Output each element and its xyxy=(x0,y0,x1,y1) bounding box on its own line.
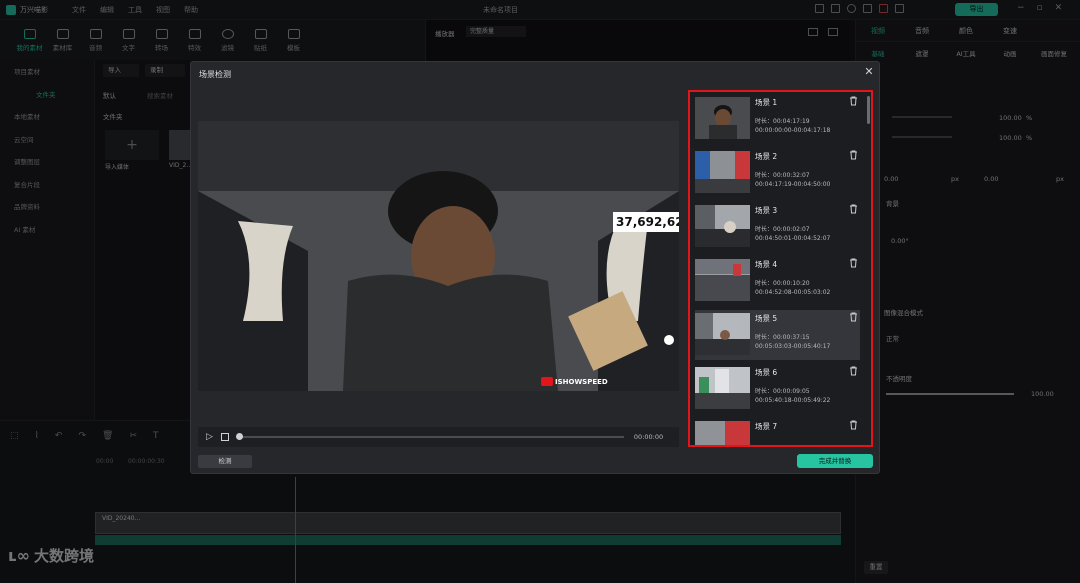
video-frame xyxy=(198,121,679,391)
scene-name: 场景 7 xyxy=(755,422,778,431)
duration-value: 00:00:02:07 xyxy=(773,226,810,233)
progress-handle[interactable] xyxy=(235,433,243,440)
scene-thumbnail xyxy=(695,367,750,409)
scene-range: 00:05:03:03-00:05:40:17 xyxy=(755,343,831,350)
scene-4-frame xyxy=(695,259,750,301)
duration-prefix: 时长： xyxy=(755,118,774,125)
duration-value: 00:04:17:19 xyxy=(773,118,810,125)
detect-button[interactable]: 检测 xyxy=(198,455,252,468)
player-controls: ▷ 00:00:00 xyxy=(198,427,679,447)
scene-item-6[interactable]: 场景 6 时长：00:00:09:05 00:05:40:18-00:05:49… xyxy=(695,364,860,414)
duration-value: 00:00:37:15 xyxy=(773,334,810,341)
youtube-icon xyxy=(541,377,553,386)
current-time: 00:00:00 xyxy=(633,433,664,441)
duration-value: 00:00:09:05 xyxy=(773,388,810,395)
delete-scene-icon[interactable] xyxy=(849,420,858,430)
scene-name: 场景 1 xyxy=(755,98,778,107)
scene-duration: 时长：00:00:02:07 xyxy=(755,224,810,233)
dialog-close-icon[interactable]: ✕ xyxy=(863,66,875,78)
scene-name: 场景 2 xyxy=(755,152,778,161)
scene-duration: 时长：00:00:32:07 xyxy=(755,170,810,179)
duration-prefix: 时长： xyxy=(755,172,774,179)
play-icon[interactable]: ▷ xyxy=(206,432,213,442)
scene-thumbnail xyxy=(695,205,750,247)
delete-scene-icon[interactable] xyxy=(849,204,858,214)
progress-track[interactable] xyxy=(235,433,624,440)
duration-prefix: 时长： xyxy=(755,334,774,341)
scene-duration: 时长：00:00:10:20 xyxy=(755,278,810,287)
scene-item-3[interactable]: 场景 3 时长：00:00:02:07 00:04:50:01-00:04:52… xyxy=(695,202,860,252)
duration-prefix: 时长： xyxy=(755,388,774,395)
scene-range: 00:00:00:00-00:04:17:18 xyxy=(755,127,831,134)
scene-7-frame xyxy=(695,421,750,445)
scene-item-1[interactable]: 场景 1 时长：00:04:17:19 00:00:00:00-00:04:17… xyxy=(695,94,860,144)
scene-range: 00:04:17:19-00:04:50:00 xyxy=(755,181,831,188)
scene-thumbnail xyxy=(695,259,750,301)
scene-name: 场景 3 xyxy=(755,206,778,215)
scene-name: 场景 4 xyxy=(755,260,778,269)
scene-item-5[interactable]: 场景 5 时长：00:00:37:15 00:05:03:03-00:05:40… xyxy=(695,310,860,360)
scene-6-frame xyxy=(695,367,750,409)
scene-name: 场景 5 xyxy=(755,314,778,323)
scene-thumbnail xyxy=(695,97,750,139)
scene-range: 00:04:50:01-00:04:52:07 xyxy=(755,235,831,242)
stream-counter: 37,692,62 xyxy=(613,212,679,232)
scene-list-scrollbar[interactable] xyxy=(867,96,870,124)
scene-2-frame xyxy=(695,151,750,193)
scene-detection-dialog: 场景检测 ✕ 37,692,62 ISHOWSPEED ▷ 00:00:00 检… xyxy=(190,61,880,474)
channel-watermark: ISHOWSPEED xyxy=(541,377,608,386)
duration-prefix: 时长： xyxy=(755,280,774,287)
scene-thumbnail xyxy=(695,151,750,193)
delete-scene-icon[interactable] xyxy=(849,312,858,322)
scene-duration: 时长：00:00:09:05 xyxy=(755,386,810,395)
dialog-title: 场景检测 xyxy=(199,70,231,79)
scene-thumbnail xyxy=(695,313,750,355)
scene-name: 场景 6 xyxy=(755,368,778,377)
scene-thumbnail xyxy=(695,421,750,445)
delete-scene-icon[interactable] xyxy=(849,258,858,268)
finish-and-replace-button[interactable]: 完成并替换 xyxy=(797,454,873,468)
duration-value: 00:00:32:07 xyxy=(773,172,810,179)
scene-item-4[interactable]: 场景 4 时长：00:00:10:20 00:04:52:08-00:05:03… xyxy=(695,256,860,306)
scene-list: 场景 1 时长：00:04:17:19 00:00:00:00-00:04:17… xyxy=(688,90,873,447)
scene-duration: 时长：00:04:17:19 xyxy=(755,116,810,125)
scene-5-frame xyxy=(695,313,750,355)
delete-scene-icon[interactable] xyxy=(849,150,858,160)
scene-duration: 时长：00:00:37:15 xyxy=(755,332,810,341)
scene-item-2[interactable]: 场景 2 时长：00:00:32:07 00:04:17:19-00:04:50… xyxy=(695,148,860,198)
scene-item-7[interactable]: 场景 7 xyxy=(695,418,860,445)
scene-range: 00:04:52:08-00:05:03:02 xyxy=(755,289,831,296)
scene-range: 00:05:40:18-00:05:49:22 xyxy=(755,397,831,404)
scene-1-frame xyxy=(695,97,750,139)
video-preview: 37,692,62 ISHOWSPEED xyxy=(198,121,679,391)
overlay-badge-icon xyxy=(664,335,674,345)
delete-scene-icon[interactable] xyxy=(849,96,858,106)
scene-3-frame xyxy=(695,205,750,247)
duration-prefix: 时长： xyxy=(755,226,774,233)
delete-scene-icon[interactable] xyxy=(849,366,858,376)
duration-value: 00:00:10:20 xyxy=(773,280,810,287)
stop-icon[interactable] xyxy=(220,433,229,441)
channel-name: ISHOWSPEED xyxy=(555,377,608,386)
